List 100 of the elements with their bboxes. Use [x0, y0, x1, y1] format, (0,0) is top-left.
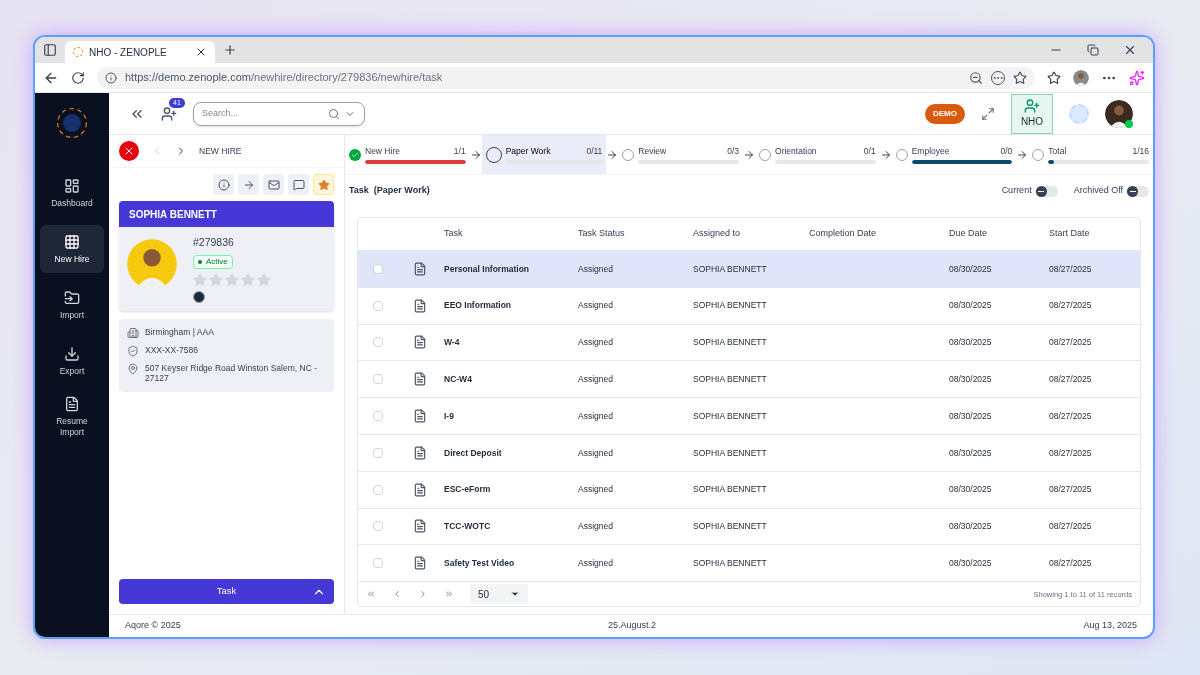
new-tab-icon[interactable]	[223, 43, 237, 57]
stage-label: Total	[1048, 145, 1067, 158]
table-cell-text: 08/30/2025	[948, 520, 993, 533]
add-user-icon[interactable]	[161, 105, 177, 122]
loader-icon	[1069, 103, 1089, 124]
row-checkbox[interactable]	[373, 447, 383, 458]
next-page-icon[interactable]	[418, 589, 428, 600]
sidebar-toggle-icon[interactable]	[43, 43, 57, 57]
browser-tab[interactable]: NHO - ZENOPLE	[65, 41, 215, 63]
copyright-text: Aqore © 2025	[125, 619, 181, 633]
restore-icon[interactable]	[1087, 44, 1099, 56]
star-icon	[317, 178, 330, 191]
user-avatar	[1105, 99, 1133, 128]
column-header[interactable]: Assigned to	[691, 227, 807, 241]
table-cell-text: 08/27/2025	[1048, 446, 1093, 460]
row-checkbox[interactable]	[373, 411, 383, 422]
fullscreen-icon[interactable]	[981, 106, 995, 121]
column-header[interactable]: Completion Date	[807, 227, 947, 241]
address-bar[interactable]: https://demo.zenople.com/newhire/directory/279836/newhire/task	[97, 66, 1035, 89]
profile-photo	[127, 239, 177, 289]
sidebar-item[interactable]: Export	[40, 337, 104, 385]
column-header[interactable]: Due Date	[947, 227, 1047, 241]
copilot-icon[interactable]	[1129, 69, 1145, 86]
table-cell-text: NC-W4	[443, 372, 473, 386]
document-icon	[64, 396, 80, 413]
document-icon	[413, 482, 427, 497]
search-bar[interactable]: Search...	[193, 101, 365, 126]
column-header[interactable]: Task Status	[576, 227, 691, 241]
close-icon	[123, 145, 135, 157]
folder-icon	[64, 289, 80, 306]
stage-tab[interactable]: Employee 0/0	[891, 135, 1017, 174]
stage-tab[interactable]: New Hire 1/1	[345, 135, 470, 174]
star-icon[interactable]	[193, 272, 207, 287]
row-checkbox[interactable]	[373, 521, 383, 532]
last-page-icon[interactable]	[444, 589, 454, 600]
document-icon	[413, 445, 427, 460]
table-cell-text: Assigned	[577, 556, 614, 570]
favorites-icon[interactable]	[1047, 70, 1061, 85]
column-header[interactable]: Start Date	[1047, 227, 1140, 241]
table-cell-text: Personal Information	[443, 262, 530, 276]
close-icon[interactable]	[195, 46, 207, 58]
demo-badge: DEMO	[925, 103, 965, 124]
table-cell-text: SOPHIA BENNETT	[692, 520, 768, 533]
stage-count: 0/0	[1000, 145, 1013, 158]
close-icon[interactable]	[1123, 43, 1137, 57]
stage-tab[interactable]: Total 1/16	[1028, 135, 1153, 174]
stage-count: 1/16	[1132, 145, 1150, 158]
row-checkbox[interactable]	[373, 558, 383, 569]
stage-count: 0/3	[727, 145, 739, 158]
previous-page-icon[interactable]	[392, 589, 402, 600]
zoom-out-icon[interactable]	[969, 70, 983, 85]
arrow-right-icon	[469, 148, 482, 161]
row-checkbox[interactable]	[373, 374, 383, 385]
stage-tab[interactable]: Orientation 0/1	[755, 135, 880, 174]
toolbar-button[interactable]	[213, 174, 234, 195]
table-cell-text: Assigned	[577, 446, 614, 460]
section-title: NEW HIRE	[199, 144, 242, 158]
stage-label: Employee	[911, 145, 950, 158]
shield-icon	[127, 344, 139, 357]
table-cell-text: SOPHIA BENNETT	[692, 372, 768, 386]
toggle-switch[interactable]	[1127, 185, 1149, 197]
table-row[interactable]: Personal Information Assigned SOPHIA BENNETT 08/30/2025 08/27/2025	[358, 251, 1140, 288]
stage-tab[interactable]: Paper Work 0/11	[481, 135, 607, 174]
stage-label: Paper Work	[505, 145, 551, 158]
sidebar-item[interactable]: Import	[40, 281, 104, 329]
table-cell-text: Assigned	[577, 372, 614, 386]
row-checkbox[interactable]	[373, 337, 383, 348]
table-cell-text: 08/30/2025	[948, 299, 993, 313]
table-cell-text: SOPHIA BENNETT	[692, 446, 768, 460]
stage-tab[interactable]: Review 0/3	[618, 135, 743, 174]
favorite-icon[interactable]	[1013, 70, 1027, 85]
column-header[interactable]: Task	[442, 227, 576, 241]
row-checkbox[interactable]	[373, 263, 383, 274]
row-checkbox[interactable]	[373, 300, 383, 311]
reload-icon[interactable]	[71, 70, 85, 85]
toggle-switch[interactable]	[1035, 185, 1058, 197]
task-button[interactable]: Task	[119, 579, 334, 604]
star-icon[interactable]	[225, 272, 239, 287]
star-icon[interactable]	[257, 272, 271, 287]
sidebar-item[interactable]: Dashboard	[40, 169, 104, 217]
detail-text: 507 Keyser Ridge Road Winston Salem, NC - 27127	[145, 362, 318, 384]
toolbar-button[interactable]	[288, 174, 309, 195]
star-icon[interactable]	[241, 272, 255, 287]
document-icon	[413, 335, 427, 350]
nho-button[interactable]: NHO	[1011, 93, 1053, 134]
toolbar-button[interactable]	[263, 174, 284, 195]
search-field[interactable]: Search...	[202, 106, 324, 121]
sidebar-item[interactable]: New Hire	[40, 225, 104, 273]
detail-text: Birmingham | AAA	[145, 326, 214, 338]
table-cell-text: SOPHIA BENNETT	[692, 336, 768, 349]
first-page-icon[interactable]	[366, 589, 376, 600]
table-cell-text: 08/27/2025	[1048, 520, 1093, 533]
close-button[interactable]	[119, 141, 139, 161]
page-size-select[interactable]: 50	[470, 584, 528, 605]
row-checkbox[interactable]	[373, 484, 383, 495]
star-icon[interactable]	[209, 272, 223, 287]
stage-count: 0/11	[586, 145, 603, 158]
url-text: https://demo.zenople.com/newhire/directory/279836/newhire/task	[125, 70, 444, 86]
table-cell-text: W-4	[443, 336, 461, 349]
sidebar-item[interactable]: Resume Import	[40, 393, 104, 441]
